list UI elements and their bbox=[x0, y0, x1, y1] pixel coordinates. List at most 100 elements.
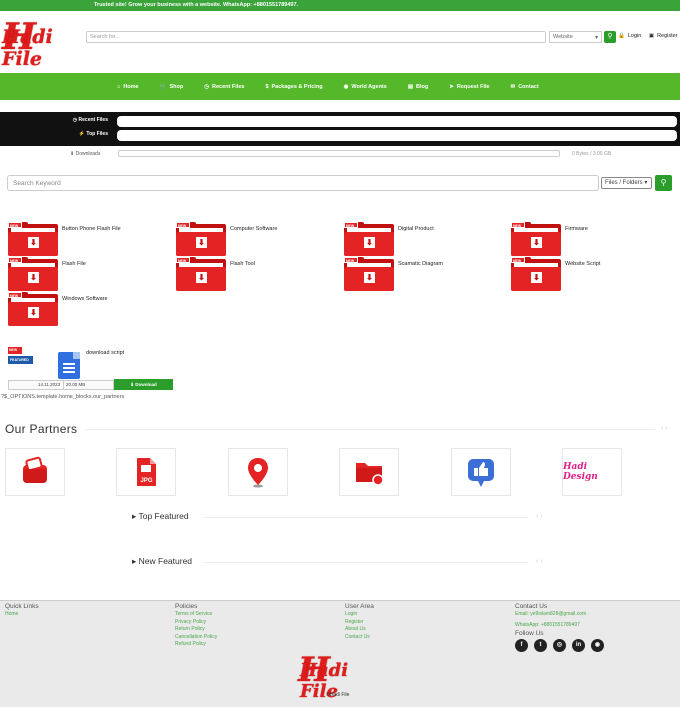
footer-link-about[interactable]: About Us bbox=[345, 626, 374, 634]
category-folder-icon[interactable]: ⬇ NEW bbox=[511, 222, 561, 256]
nav-icon: $ bbox=[265, 83, 269, 90]
template-key-text: ?$_OPTIONS.template.home_blocks.our_part… bbox=[1, 394, 125, 400]
nav-item-contact[interactable]: ✉ Contact bbox=[511, 84, 539, 90]
document-icon[interactable] bbox=[58, 352, 80, 379]
category-label[interactable]: Button Phone Flash File bbox=[62, 226, 121, 232]
copyright: ©Hadi File bbox=[326, 692, 350, 698]
nav-item-request-file[interactable]: ➤ Request File bbox=[449, 84, 489, 90]
twitter-icon[interactable]: t bbox=[534, 639, 547, 652]
footer-link-contact[interactable]: Contact Us bbox=[345, 634, 374, 642]
category-label[interactable]: Flash File bbox=[62, 261, 86, 267]
partners-title: Our Partners bbox=[5, 422, 78, 436]
footer-link-terms[interactable]: Terms of Service bbox=[175, 611, 217, 619]
register-link[interactable]: ▣ Register bbox=[649, 33, 680, 39]
linkedin-icon[interactable]: in bbox=[572, 639, 585, 652]
top-featured-arrows: ‹ › bbox=[536, 513, 543, 520]
recent-files-box[interactable] bbox=[117, 116, 677, 127]
login-link[interactable]: 🔒 Login bbox=[618, 33, 644, 39]
category-label[interactable]: Firmware bbox=[565, 226, 588, 232]
nav-icon: ➤ bbox=[449, 83, 454, 90]
download-arrow-icon: ⬇ bbox=[28, 237, 39, 248]
prev-arrow-icon[interactable]: ‹ bbox=[661, 425, 663, 432]
next-arrow-icon[interactable]: › bbox=[665, 425, 667, 432]
nav-icon: ✉ bbox=[510, 83, 516, 90]
footer-logo[interactable]: H Hadi File bbox=[298, 650, 388, 702]
category-label[interactable]: Scamatic Diagram bbox=[398, 261, 443, 267]
category-label[interactable]: Flash Tool bbox=[230, 261, 255, 267]
nav-item-home[interactable]: ⌂ Home bbox=[117, 84, 139, 90]
partner-card[interactable] bbox=[451, 448, 511, 496]
keyword-search-input[interactable]: Search Keyword bbox=[7, 175, 599, 191]
nav-item-recent-files[interactable]: ◷ Recent Files bbox=[204, 84, 244, 90]
footer-link-register[interactable]: Register bbox=[345, 619, 374, 627]
site-search-input[interactable]: Search for... bbox=[86, 31, 546, 43]
top-files-box[interactable] bbox=[117, 130, 677, 141]
nav-label: Blog bbox=[416, 83, 429, 90]
category-folder-icon[interactable]: ⬇ NEW bbox=[8, 257, 58, 291]
top-files-text: Top Files bbox=[86, 131, 108, 137]
nav-item-blog[interactable]: ▤ Blog bbox=[408, 84, 428, 90]
category-folder-icon[interactable]: ⬇ NEW bbox=[8, 292, 58, 326]
category-label[interactable]: Computer Software bbox=[230, 226, 277, 232]
file-size: 20.00 MB bbox=[66, 382, 86, 387]
prev-arrow-icon[interactable]: ‹ bbox=[536, 513, 538, 520]
new-featured-heading[interactable]: ▸ New Featured bbox=[132, 556, 192, 567]
category-label[interactable]: Website Script bbox=[565, 261, 600, 267]
partner-card[interactable] bbox=[228, 448, 288, 496]
logo-text: Hadi File bbox=[2, 26, 53, 70]
contact-email[interactable]: Email: ye9islam828@gmail.com bbox=[515, 611, 610, 619]
partner-card[interactable]: Hadi Design bbox=[562, 448, 622, 496]
download-arrow-icon: ⬇ bbox=[196, 237, 207, 248]
nav-label: Home bbox=[123, 83, 139, 90]
quick-links-title: Quick Links bbox=[5, 603, 39, 610]
main-nav: ⌂ Home 🛒 Shop ◷ Recent Files $ Packages & Prici… bbox=[0, 73, 680, 100]
site-logo[interactable]: H Hadi File bbox=[2, 16, 82, 70]
category-label[interactable]: Digital Product bbox=[398, 226, 434, 232]
partner-card[interactable] bbox=[5, 448, 65, 496]
rss-icon[interactable]: ◉ bbox=[591, 639, 604, 652]
category-label[interactable]: Windows Software bbox=[62, 296, 108, 302]
nav-item-shop[interactable]: 🛒 Shop bbox=[160, 84, 184, 90]
nav-item-packages-pricing[interactable]: $ Packages & Pricing bbox=[265, 84, 322, 90]
nav-label: Shop bbox=[169, 83, 184, 90]
hadi-design-logo: Hadi Design bbox=[563, 462, 598, 482]
footer-link-home[interactable]: Home bbox=[5, 611, 39, 619]
footer-link-privacy[interactable]: Privacy Policy bbox=[175, 619, 217, 627]
partner-card[interactable]: JPG bbox=[116, 448, 176, 496]
next-arrow-icon[interactable]: › bbox=[540, 558, 542, 565]
partner-card[interactable] bbox=[339, 448, 399, 496]
downloads-label: ⬇ Downloads bbox=[70, 151, 100, 157]
site-search-button[interactable]: ⚲ bbox=[604, 31, 616, 43]
download-button[interactable]: ⬇ Download bbox=[114, 379, 173, 390]
contact-whatsapp[interactable]: WhatsApp: +8801551789497 bbox=[515, 622, 610, 630]
keyword-search-button[interactable]: ⚲ bbox=[655, 175, 672, 191]
new-badge: NEW bbox=[8, 222, 22, 228]
search-type-select[interactable]: Website bbox=[549, 31, 602, 43]
category-folder-icon[interactable]: ⬇ NEW bbox=[176, 222, 226, 256]
footer-link-cancellation[interactable]: Cancellation Policy bbox=[175, 634, 217, 642]
prev-arrow-icon[interactable]: ‹ bbox=[536, 558, 538, 565]
category-folder-icon[interactable]: ⬇ NEW bbox=[344, 222, 394, 256]
category-folder-icon[interactable]: ⬇ NEW bbox=[176, 257, 226, 291]
downloads-progress bbox=[118, 150, 560, 157]
nav-item-world-agents[interactable]: ◉ World Agents bbox=[344, 84, 387, 90]
user-area-title: User Area bbox=[345, 603, 374, 610]
category-folder-icon[interactable]: ⬇ NEW bbox=[8, 222, 58, 256]
featured-badge: FEATURED bbox=[8, 356, 33, 364]
scope-select[interactable]: Files / Folders ▾ bbox=[601, 177, 652, 189]
thumbs-up-chat-icon bbox=[468, 459, 494, 487]
footer-link-refund[interactable]: Refund Policy bbox=[175, 641, 217, 649]
footer-link-login[interactable]: Login bbox=[345, 611, 374, 619]
nav-icon: ◉ bbox=[343, 83, 349, 90]
follow-title: Follow Us bbox=[515, 630, 544, 637]
category-folder-icon[interactable]: ⬇ NEW bbox=[511, 257, 561, 291]
next-arrow-icon[interactable]: › bbox=[540, 513, 542, 520]
facebook-icon[interactable]: f bbox=[515, 639, 528, 652]
instagram-icon[interactable]: ◎ bbox=[553, 639, 566, 652]
category-folder-icon[interactable]: ⬇ NEW bbox=[344, 257, 394, 291]
featured-file-name[interactable]: download script bbox=[86, 350, 124, 356]
footer-link-return[interactable]: Return Policy bbox=[175, 626, 217, 634]
header-links: 🔒Login ▣Register 🛒0 bbox=[618, 33, 680, 39]
section-divider bbox=[203, 517, 528, 518]
top-featured-heading[interactable]: ▸ Top Featured bbox=[132, 511, 189, 522]
